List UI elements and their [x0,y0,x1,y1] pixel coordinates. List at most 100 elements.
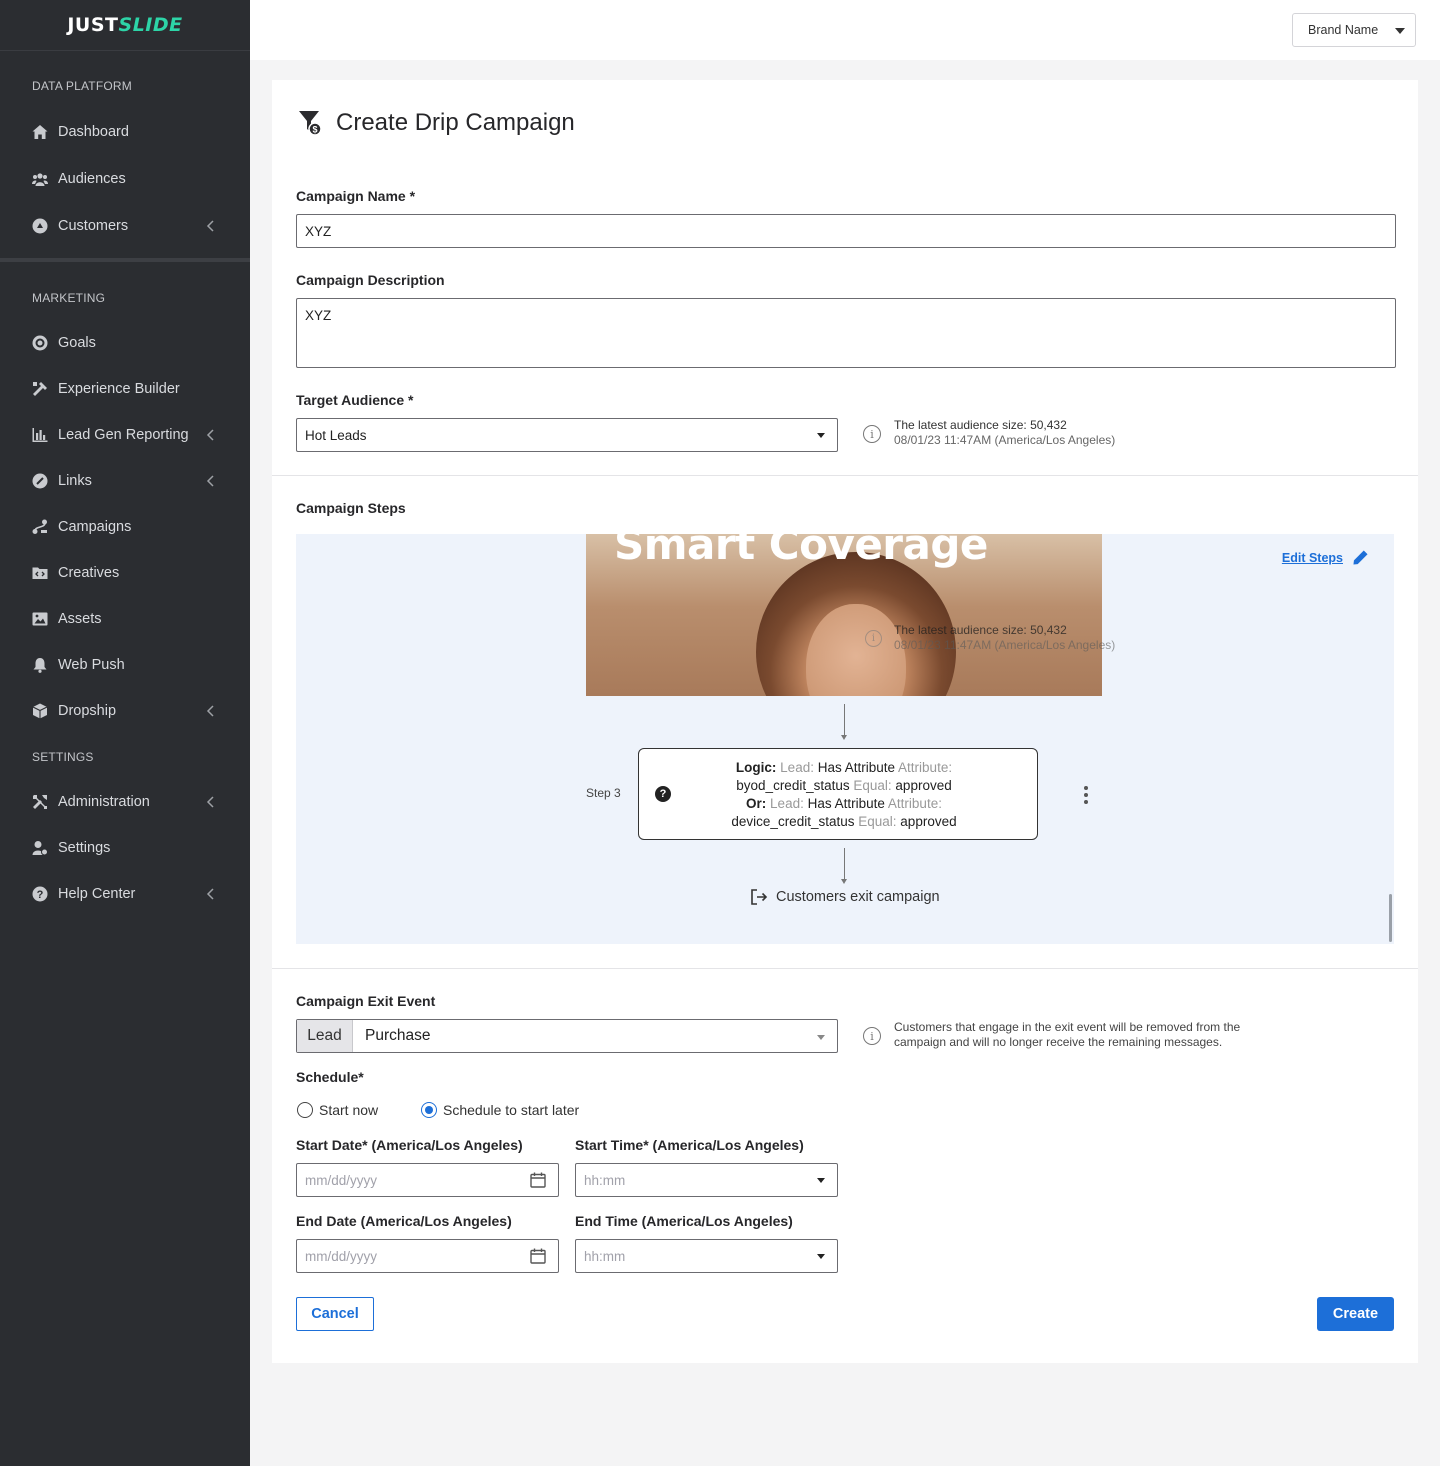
campaign-description-label: Campaign Description [296,272,445,288]
sidebar-item-web-push[interactable]: Web Push [32,651,218,679]
target-audience-select[interactable]: Hot Leads [296,418,838,452]
exit-info-line1: Customers that engage in the exit event … [894,1020,1241,1034]
svg-text:?: ? [37,889,44,901]
creative-headline: Smart Coverage [614,534,988,569]
audience-size-text: The latest audience size: 50,432 [894,418,1067,432]
radio-schedule-later[interactable]: Schedule to start later [421,1102,579,1118]
step-logic-node[interactable]: ? Logic: Lead: Has Attribute Attribute: … [638,748,1038,840]
sidebar-item-dropship[interactable]: Dropship [32,697,218,725]
end-time-select[interactable]: hh:mm [575,1239,838,1273]
caret-down-icon [817,1035,825,1040]
exit-info-line2: campaign and will no longer receive the … [894,1035,1223,1049]
image-icon [32,611,48,627]
sidebar-item-label: Goals [58,335,96,351]
radio-label: Start now [319,1102,379,1118]
start-date-input[interactable]: mm/dd/yyyy [296,1163,559,1197]
end-time-placeholder: hh:mm [584,1248,626,1264]
campaign-name-input[interactable]: XYZ [296,214,1396,248]
campaign-name-label: Campaign Name * [296,188,416,204]
end-date-label: End Date (America/Los Angeles) [296,1213,512,1229]
users-icon [32,171,48,187]
start-date-label: Start Date* (America/Los Angeles) [296,1137,523,1153]
sidebar-item-settings[interactable]: Settings [32,834,218,862]
sidebar-item-label: Assets [58,611,102,627]
sidebar-item-label: Dashboard [58,124,129,140]
chevron-left-icon[interactable] [206,475,216,487]
sidebar-item-label: Settings [58,840,111,856]
svg-text:$: $ [312,125,317,135]
sidebar-item-label: Creatives [58,565,120,581]
exit-event-select[interactable]: Lead Purchase [296,1019,838,1053]
chevron-left-icon[interactable] [206,796,216,808]
cancel-button[interactable]: Cancel [296,1297,374,1331]
sidebar-item-dashboard[interactable]: Dashboard [32,118,218,146]
divider [272,968,1418,969]
start-time-select[interactable]: hh:mm [575,1163,838,1197]
edit-steps-link[interactable]: Edit Steps [1282,550,1368,565]
campaign-exit-node: Customers exit campaign [750,888,940,906]
audience-size-info: The latest audience size: 50,432 08/01/2… [894,418,1115,448]
folder-code-icon [32,565,48,581]
chevron-left-icon[interactable] [206,429,216,441]
info-icon: i [863,1027,881,1045]
wrench-icon [32,794,48,810]
sidebar-item-experience-builder[interactable]: Experience Builder [32,375,218,403]
overlay-audience-timestamp: 08/01/23 11:47AM (America/Los Angeles) [894,638,1116,652]
page-title: Create Drip Campaign [336,109,575,136]
customers-icon [32,218,48,234]
sidebar-item-assets[interactable]: Assets [32,605,218,633]
home-icon [32,124,48,140]
exit-event-value: Purchase [365,1027,431,1044]
calendar-icon[interactable] [530,1172,546,1188]
sidebar-item-audiences[interactable]: Audiences [32,165,218,193]
box-icon [32,703,48,719]
audience-size-timestamp: 08/01/23 11:47AM (America/Los Angeles) [894,433,1116,447]
sidebar-item-label: Dropship [58,703,117,719]
sidebar-item-label: Administration [58,794,150,810]
sidebar-item-customers[interactable]: Customers [32,212,218,240]
radio-start-now[interactable]: Start now [297,1102,378,1118]
sidebar: JUST SLIDE DATA PLATFORM Dashboard Audien… [0,0,250,1466]
caret-down-icon [817,433,825,438]
campaign-description-textarea[interactable]: XYZ [296,298,1396,368]
exit-text: Customers exit campaign [776,889,940,905]
chevron-left-icon[interactable] [206,705,216,717]
caret-down-icon [1395,28,1405,34]
topbar: Brand Name [250,0,1440,60]
logo[interactable]: JUST SLIDE [0,0,250,51]
step-logic-text: Logic: Lead: Has Attribute Attribute: by… [731,760,957,829]
sidebar-item-administration[interactable]: Administration [32,788,218,816]
sidebar-item-lead-gen-reporting[interactable]: Lead Gen Reporting [32,421,218,449]
brand-select[interactable]: Brand Name [1292,13,1416,47]
sidebar-item-creatives[interactable]: Creatives [32,559,218,587]
step-menu-kebab-icon[interactable] [1084,786,1088,804]
steps-scrollbar[interactable] [1389,894,1392,942]
calendar-icon[interactable] [530,1248,546,1264]
page-header: $ Create Drip Campaign [298,108,575,138]
sidebar-item-links[interactable]: Links [32,467,218,495]
radio-button-selected[interactable] [421,1102,437,1118]
sidebar-item-label: Campaigns [58,519,132,535]
overlay-audience-info: The latest audience size: 50,432 08/01/2… [894,623,1115,653]
chevron-left-icon[interactable] [206,888,216,900]
edit-steps-label: Edit Steps [1281,550,1343,565]
end-date-input[interactable]: mm/dd/yyyy [296,1239,559,1273]
campaign-steps-canvas[interactable]: Smart Coverage i The latest audience siz… [296,534,1394,944]
user-gear-icon [32,840,48,856]
logo-text-slide: SLIDE [118,14,183,36]
campaign-steps-label: Campaign Steps [296,500,406,516]
sidebar-item-campaigns[interactable]: Campaigns [32,513,218,541]
exit-event-prefix: Lead [297,1020,353,1052]
radio-button[interactable] [297,1102,313,1118]
target-icon [32,335,48,351]
sidebar-item-label: Help Center [58,886,136,902]
section-marketing: MARKETING [32,291,106,305]
schedule-label: Schedule* [296,1069,364,1085]
sidebar-item-label: Web Push [58,657,125,673]
chevron-left-icon[interactable] [206,220,216,232]
exit-icon [751,889,768,905]
create-button[interactable]: Create [1317,1297,1394,1331]
sidebar-item-label: Experience Builder [58,381,180,397]
sidebar-item-help-center[interactable]: ? Help Center [32,880,218,908]
sidebar-item-goals[interactable]: Goals [32,329,218,357]
